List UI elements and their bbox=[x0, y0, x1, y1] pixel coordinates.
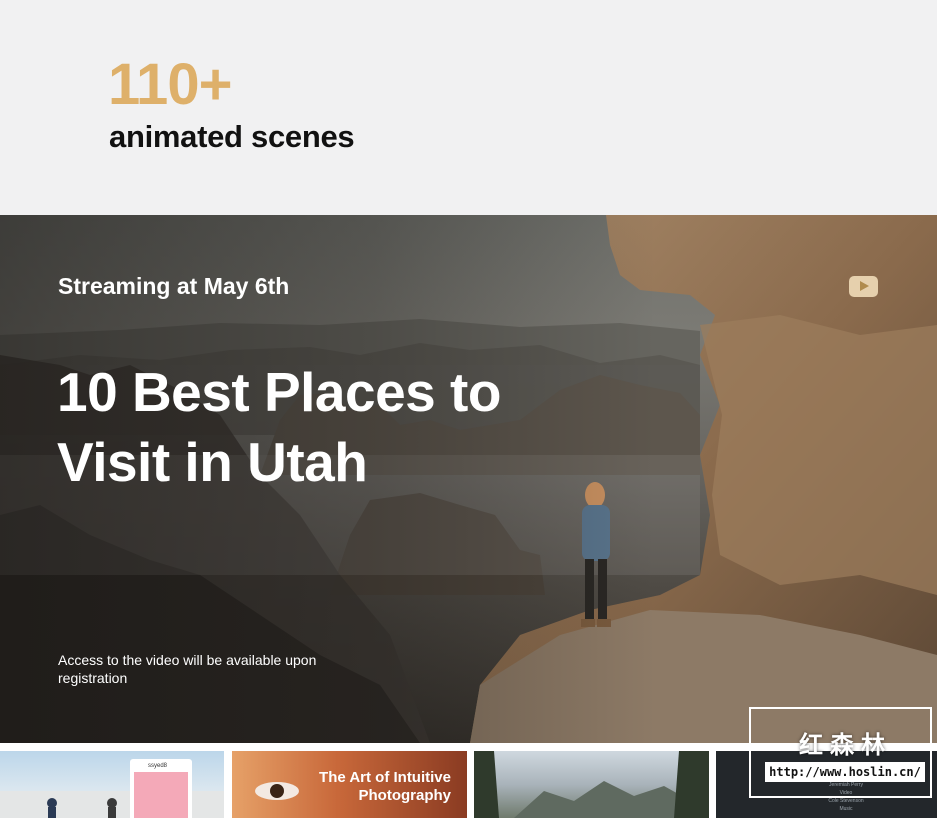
stats-section: 110+ animated scenes bbox=[0, 0, 937, 215]
thumbnail-3[interactable] bbox=[474, 751, 709, 818]
hero-subtitle: Streaming at May 6th bbox=[58, 273, 290, 299]
hero-note: Access to the video will be available up… bbox=[58, 652, 317, 686]
credit-line: Music bbox=[839, 806, 853, 812]
social-card: ssyed8 bbox=[130, 759, 192, 818]
thumbnail-1[interactable]: ssyed8 bbox=[0, 751, 224, 818]
stats-label: animated scenes bbox=[109, 119, 355, 154]
stats-number: 110+ bbox=[108, 52, 232, 117]
hero-title: 10 Best Places to Visit in Utah bbox=[57, 361, 501, 493]
play-icon[interactable] bbox=[849, 276, 878, 297]
watermark-chinese-text: 红森林 bbox=[799, 732, 892, 759]
social-card-image bbox=[134, 772, 188, 818]
hero-banner: Streaming at May 6th 10 Best Places to V… bbox=[0, 215, 937, 743]
watermark: 红森林 http://www.hoslin.cn/ bbox=[749, 707, 932, 798]
social-card-user: ssyed8 bbox=[148, 763, 168, 769]
credit-line: Cole Stevenson bbox=[828, 798, 864, 804]
thumbnail-2-title: The Art of Intuitive Photography bbox=[319, 769, 451, 804]
watermark-url: http://www.hoslin.cn/ bbox=[765, 762, 925, 782]
thumbnail-2[interactable]: The Art of Intuitive Photography bbox=[232, 751, 467, 818]
thumbnail-3-image bbox=[474, 751, 709, 818]
